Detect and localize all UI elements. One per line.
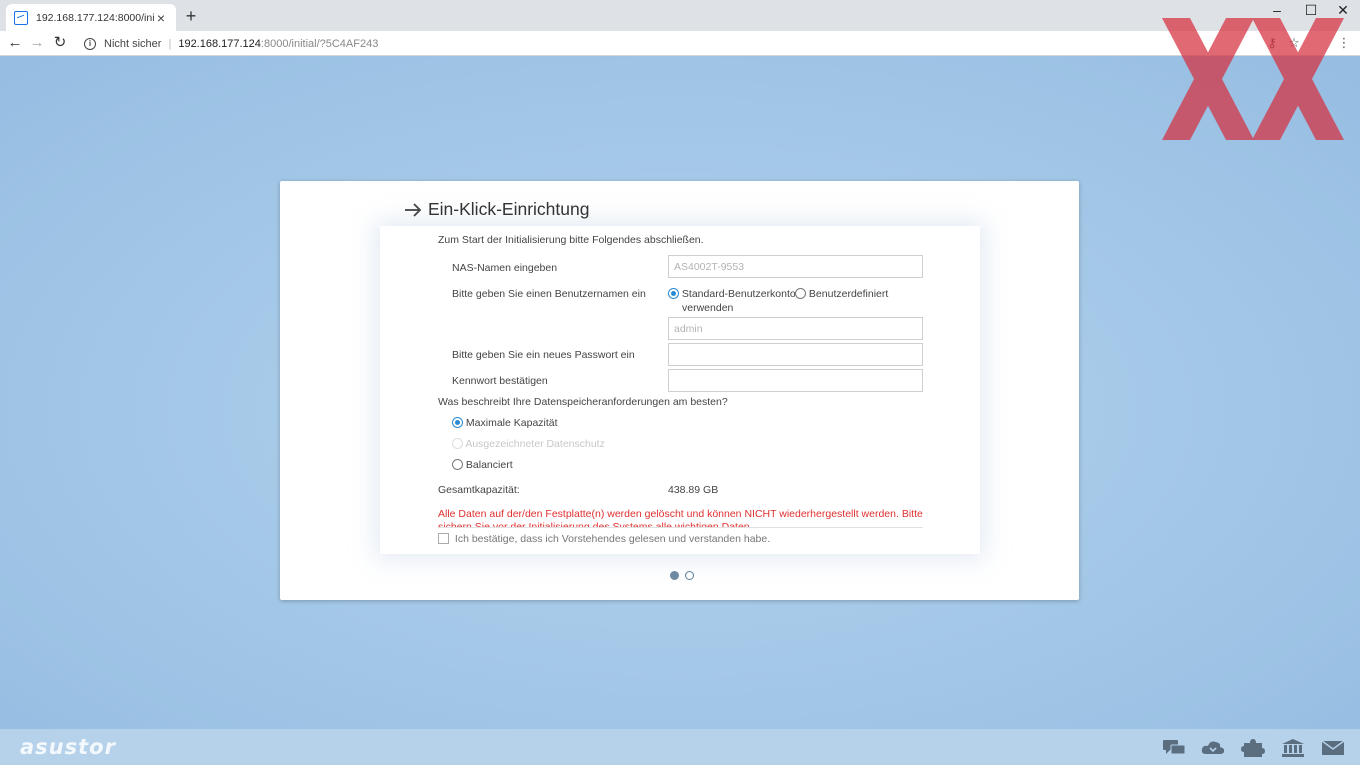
username-option-default-line2: verwenden (682, 302, 734, 314)
username-option-custom[interactable]: Benutzerdefiniert (795, 288, 888, 300)
watermark-logo-icon (1162, 18, 1344, 140)
acknowledge-label: Ich bestätige, dass ich Vorstehendes gel… (454, 533, 771, 545)
radio-data-protection (452, 438, 463, 449)
back-arrow-icon[interactable]: ← (6, 33, 24, 53)
radio-default-account[interactable] (668, 288, 679, 299)
chat-icon[interactable] (1162, 739, 1186, 757)
password-input[interactable] (668, 343, 923, 366)
address-bar[interactable]: i Nicht sicher | 192.168.177.124 :8000/i… (80, 31, 1260, 56)
site-favicon-icon (14, 10, 28, 25)
setup-card: Ein-Klick-Einrichtung Zum Start der Init… (280, 181, 1079, 600)
window-minimize-button[interactable]: – (1267, 2, 1287, 18)
window-maximize-button[interactable]: ☐ (1301, 2, 1321, 18)
radio-balanced[interactable] (452, 459, 463, 470)
url-host: 192.168.177.124 (178, 37, 261, 50)
page-dot-1[interactable] (670, 571, 679, 580)
institution-icon[interactable] (1281, 739, 1305, 757)
info-icon[interactable]: i (84, 37, 96, 50)
browser-tabbar: 192.168.177.124:8000/initial/?5C × + – ☐… (0, 0, 1360, 31)
nas-name-input[interactable] (668, 255, 923, 278)
browser-toolbar: ← → ↻ i Nicht sicher | 192.168.177.124 :… (0, 31, 1360, 56)
tab-close-icon[interactable]: × (154, 10, 168, 26)
total-capacity-value: 438.89 GB (668, 484, 719, 496)
title-row: Ein-Klick-Einrichtung (404, 199, 589, 220)
storage-question: Was beschreibt Ihre Datenspeicheranforde… (438, 396, 728, 408)
username-label: Bitte geben Sie einen Benutzernamen ein (452, 288, 646, 300)
url-separator: | (168, 37, 172, 50)
page-title: Ein-Klick-Einrichtung (428, 199, 590, 219)
page-indicator (670, 571, 694, 580)
window-close-button[interactable]: ✕ (1333, 2, 1353, 18)
storage-option-label: Maximale Kapazität (465, 417, 558, 429)
intro-text: Zum Start der Initialisierung bitte Folg… (438, 234, 704, 246)
arrow-right-icon (405, 202, 422, 217)
confirm-password-input[interactable] (668, 369, 923, 392)
page-background: Ein-Klick-Einrichtung Zum Start der Init… (0, 56, 1360, 765)
username-option-default[interactable]: Standard-Benutzerkonto (668, 288, 796, 300)
storage-option-label: Balanciert (465, 459, 513, 471)
username-option-custom-label: Benutzerdefiniert (808, 288, 889, 300)
url-path: :8000/initial/?5C4AF243 (260, 37, 379, 50)
footer-bar: asustor (0, 729, 1360, 765)
reload-icon[interactable]: ↻ (51, 33, 69, 53)
acknowledge-row[interactable]: Ich bestätige, dass ich Vorstehendes gel… (438, 533, 770, 545)
data-loss-warning: Alle Daten auf der/den Festplatte(n) wer… (438, 508, 923, 528)
storage-option-balanced[interactable]: Balanciert (452, 459, 513, 471)
mail-icon[interactable] (1321, 739, 1345, 757)
brand-logo: asustor (20, 735, 116, 759)
username-option-default-label: Standard-Benutzerkonto (681, 288, 796, 300)
password-label: Bitte geben Sie ein neues Passwort ein (452, 349, 635, 361)
total-capacity-label: Gesamtkapazität: (438, 484, 520, 496)
forward-arrow-icon[interactable]: → (28, 33, 46, 53)
radio-max-capacity[interactable] (452, 417, 463, 428)
tab-title: 192.168.177.124:8000/initial/?5C (36, 11, 154, 24)
cloud-download-icon[interactable] (1201, 739, 1225, 757)
storage-option-data-protection: Ausgezeichneter Datenschutz (452, 438, 605, 450)
radio-custom-account[interactable] (795, 288, 806, 299)
puzzle-icon[interactable] (1241, 739, 1265, 757)
security-status: Nicht sicher (104, 37, 162, 50)
new-tab-button[interactable]: + (184, 6, 198, 26)
username-input[interactable] (668, 317, 923, 340)
page-dot-2[interactable] (685, 571, 694, 580)
acknowledge-checkbox[interactable] (438, 533, 449, 544)
nas-name-label: NAS-Namen eingeben (452, 262, 558, 274)
confirm-password-label: Kennwort bestätigen (452, 375, 548, 387)
storage-option-max-capacity[interactable]: Maximale Kapazität (452, 417, 558, 429)
browser-tab[interactable]: 192.168.177.124:8000/initial/?5C × (6, 4, 176, 31)
storage-option-label: Ausgezeichneter Datenschutz (465, 438, 605, 450)
